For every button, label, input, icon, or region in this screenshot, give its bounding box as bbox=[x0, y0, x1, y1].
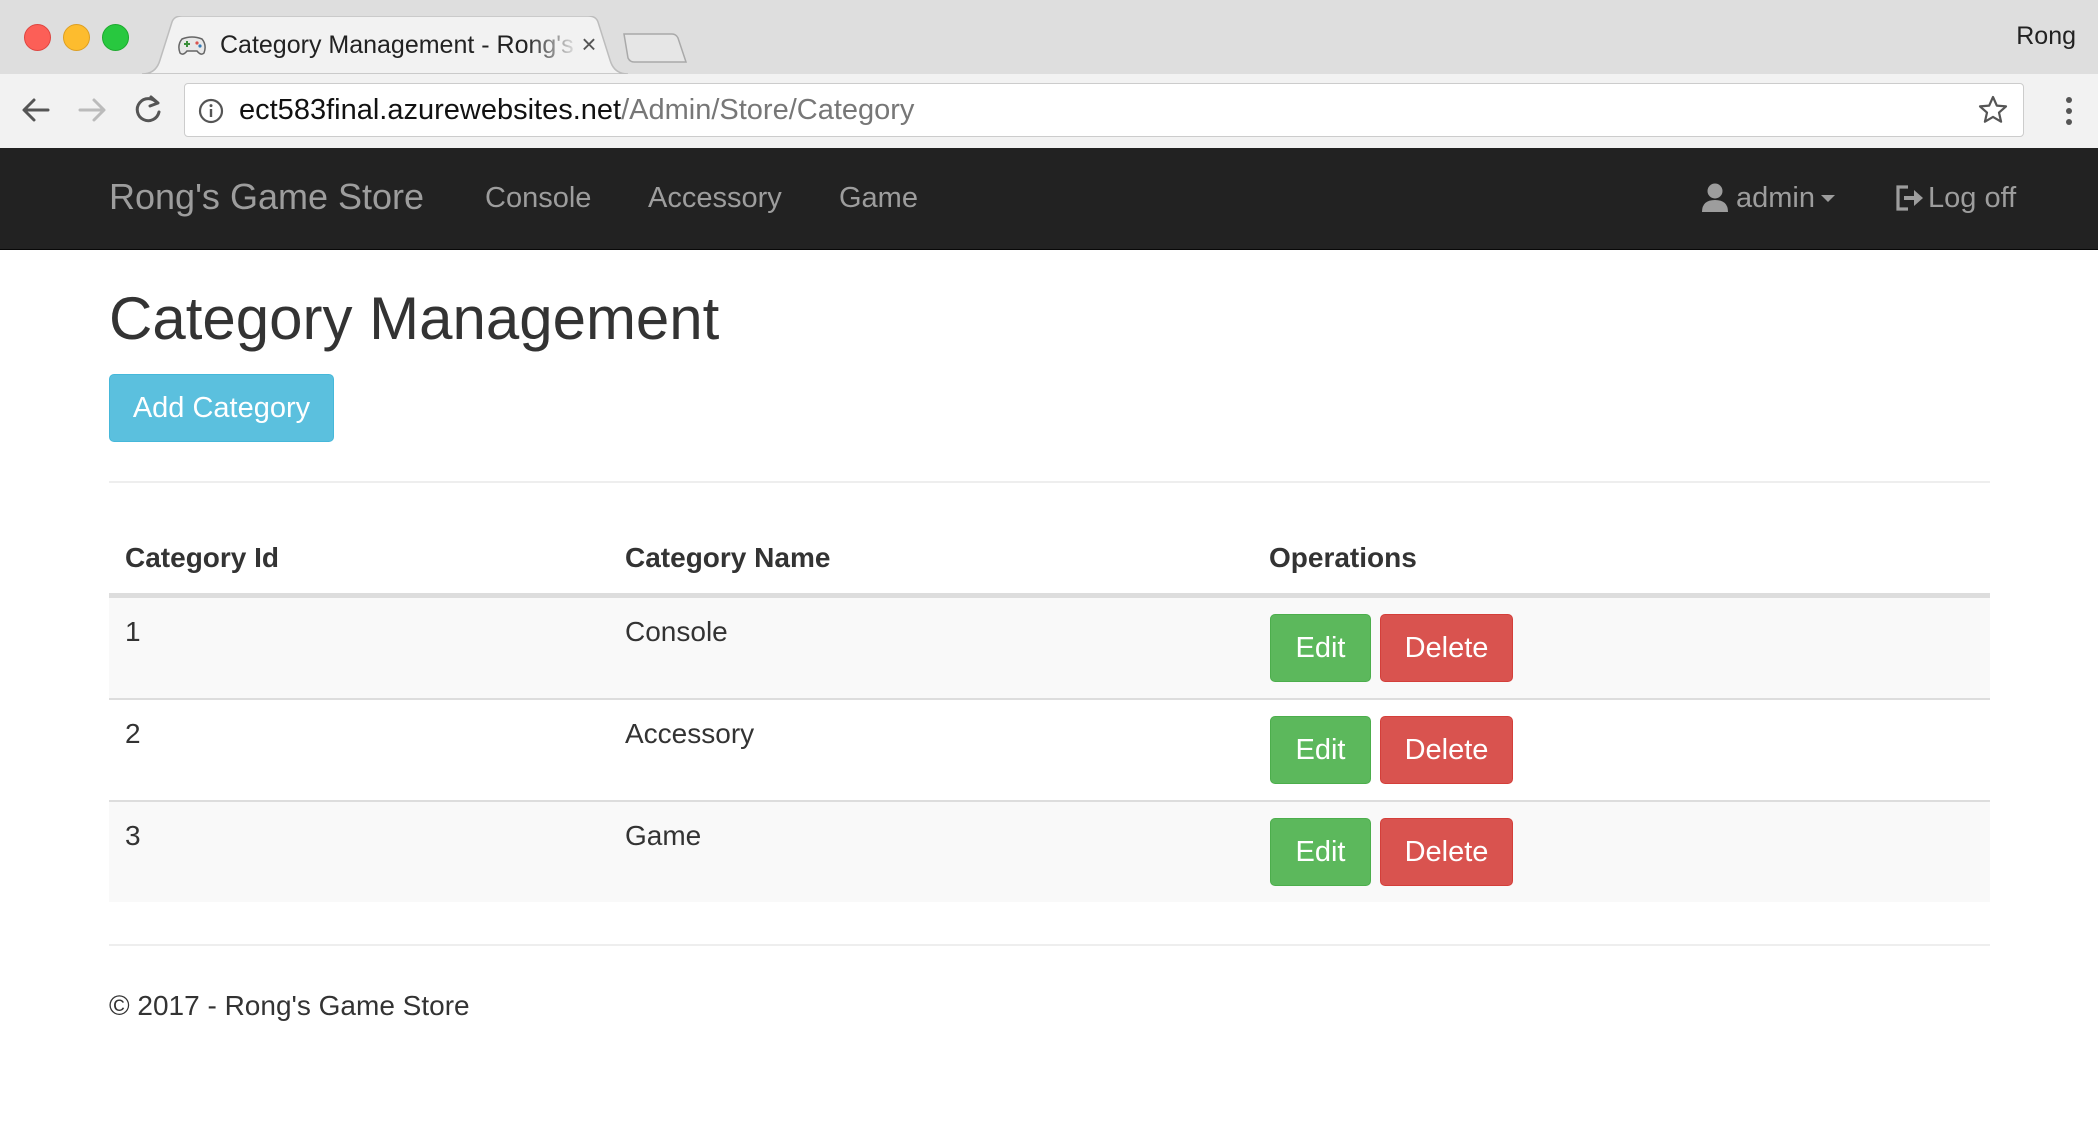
divider bbox=[109, 481, 1990, 483]
add-category-button[interactable]: Add Category bbox=[109, 374, 334, 442]
edit-button[interactable]: Edit bbox=[1270, 716, 1371, 784]
footer-text: © 2017 - Rong's Game Store bbox=[109, 990, 470, 1021]
table-row: 3 Game Edit Delete bbox=[109, 800, 1990, 902]
user-name: admin bbox=[1736, 182, 1815, 214]
category-name-cell: Game bbox=[625, 820, 702, 851]
header-operations: Operations bbox=[1269, 542, 1417, 573]
user-dropdown[interactable]: admin bbox=[1700, 180, 1835, 216]
close-icon[interactable]: × bbox=[574, 29, 604, 59]
window-zoom-button[interactable] bbox=[102, 24, 129, 51]
table-row: 2 Accessory Edit Delete bbox=[109, 698, 1990, 800]
header-category-id: Category Id bbox=[125, 542, 280, 573]
nav-link-console[interactable]: Console bbox=[485, 180, 591, 216]
table-row: 1 Console Edit Delete bbox=[109, 596, 1990, 698]
url-path: /Admin/Store/Category bbox=[621, 94, 915, 126]
category-id-cell: 2 bbox=[125, 718, 141, 749]
url-text: ect583final.azurewebsites.net/Admin/Stor… bbox=[239, 93, 914, 127]
browser-profile-name[interactable]: Rong bbox=[2016, 22, 2076, 51]
browser-menu-icon[interactable] bbox=[2064, 96, 2074, 131]
category-id-cell: 3 bbox=[125, 820, 141, 851]
nav-link-game[interactable]: Game bbox=[839, 180, 918, 216]
edit-button[interactable]: Edit bbox=[1270, 614, 1371, 682]
logoff-link[interactable]: Log off bbox=[1894, 180, 2016, 216]
logoff-label: Log off bbox=[1928, 182, 2017, 214]
browser-toolbar: ect583final.azurewebsites.net/Admin/Stor… bbox=[0, 74, 2098, 149]
back-arrow-icon[interactable] bbox=[14, 88, 58, 132]
caret-down-icon bbox=[1821, 194, 1835, 202]
delete-button[interactable]: Delete bbox=[1380, 614, 1513, 682]
site-navbar: Rong's Game Store Console Accessory Game… bbox=[0, 148, 2098, 250]
page-title: Category Management bbox=[109, 285, 720, 352]
window-close-button[interactable] bbox=[24, 24, 51, 51]
category-id-cell: 1 bbox=[125, 616, 141, 647]
logout-icon bbox=[1894, 183, 1926, 213]
delete-button[interactable]: Delete bbox=[1380, 818, 1513, 886]
url-host: ect583final.azurewebsites.net bbox=[239, 94, 622, 126]
footer-divider bbox=[109, 944, 1990, 946]
header-category-name: Category Name bbox=[625, 542, 831, 573]
brand-link[interactable]: Rong's Game Store bbox=[109, 175, 424, 219]
delete-button[interactable]: Delete bbox=[1380, 716, 1513, 784]
browser-tab-active[interactable]: Category Management - Rong's Game Store … bbox=[142, 16, 628, 74]
edit-button[interactable]: Edit bbox=[1270, 818, 1371, 886]
table-header: Category Id Category Name Operations bbox=[109, 530, 1990, 596]
nav-link-accessory[interactable]: Accessory bbox=[648, 180, 782, 216]
category-name-cell: Accessory bbox=[625, 718, 755, 749]
browser-tabstrip: Category Management - Rong's Game Store … bbox=[0, 0, 2098, 74]
address-bar[interactable]: ect583final.azurewebsites.net/Admin/Stor… bbox=[184, 83, 2024, 137]
category-name-cell: Console bbox=[625, 616, 728, 647]
window-minimize-button[interactable] bbox=[63, 24, 90, 51]
user-icon bbox=[1700, 182, 1730, 214]
reload-icon[interactable] bbox=[126, 88, 170, 132]
bookmark-star-icon[interactable] bbox=[1977, 94, 2009, 131]
new-tab-button[interactable] bbox=[620, 30, 688, 71]
gamepad-icon bbox=[177, 33, 207, 57]
info-icon[interactable] bbox=[197, 97, 225, 130]
forward-arrow-icon[interactable] bbox=[70, 88, 114, 132]
tab-title: Category Management - Rong's Game Store bbox=[220, 31, 580, 59]
